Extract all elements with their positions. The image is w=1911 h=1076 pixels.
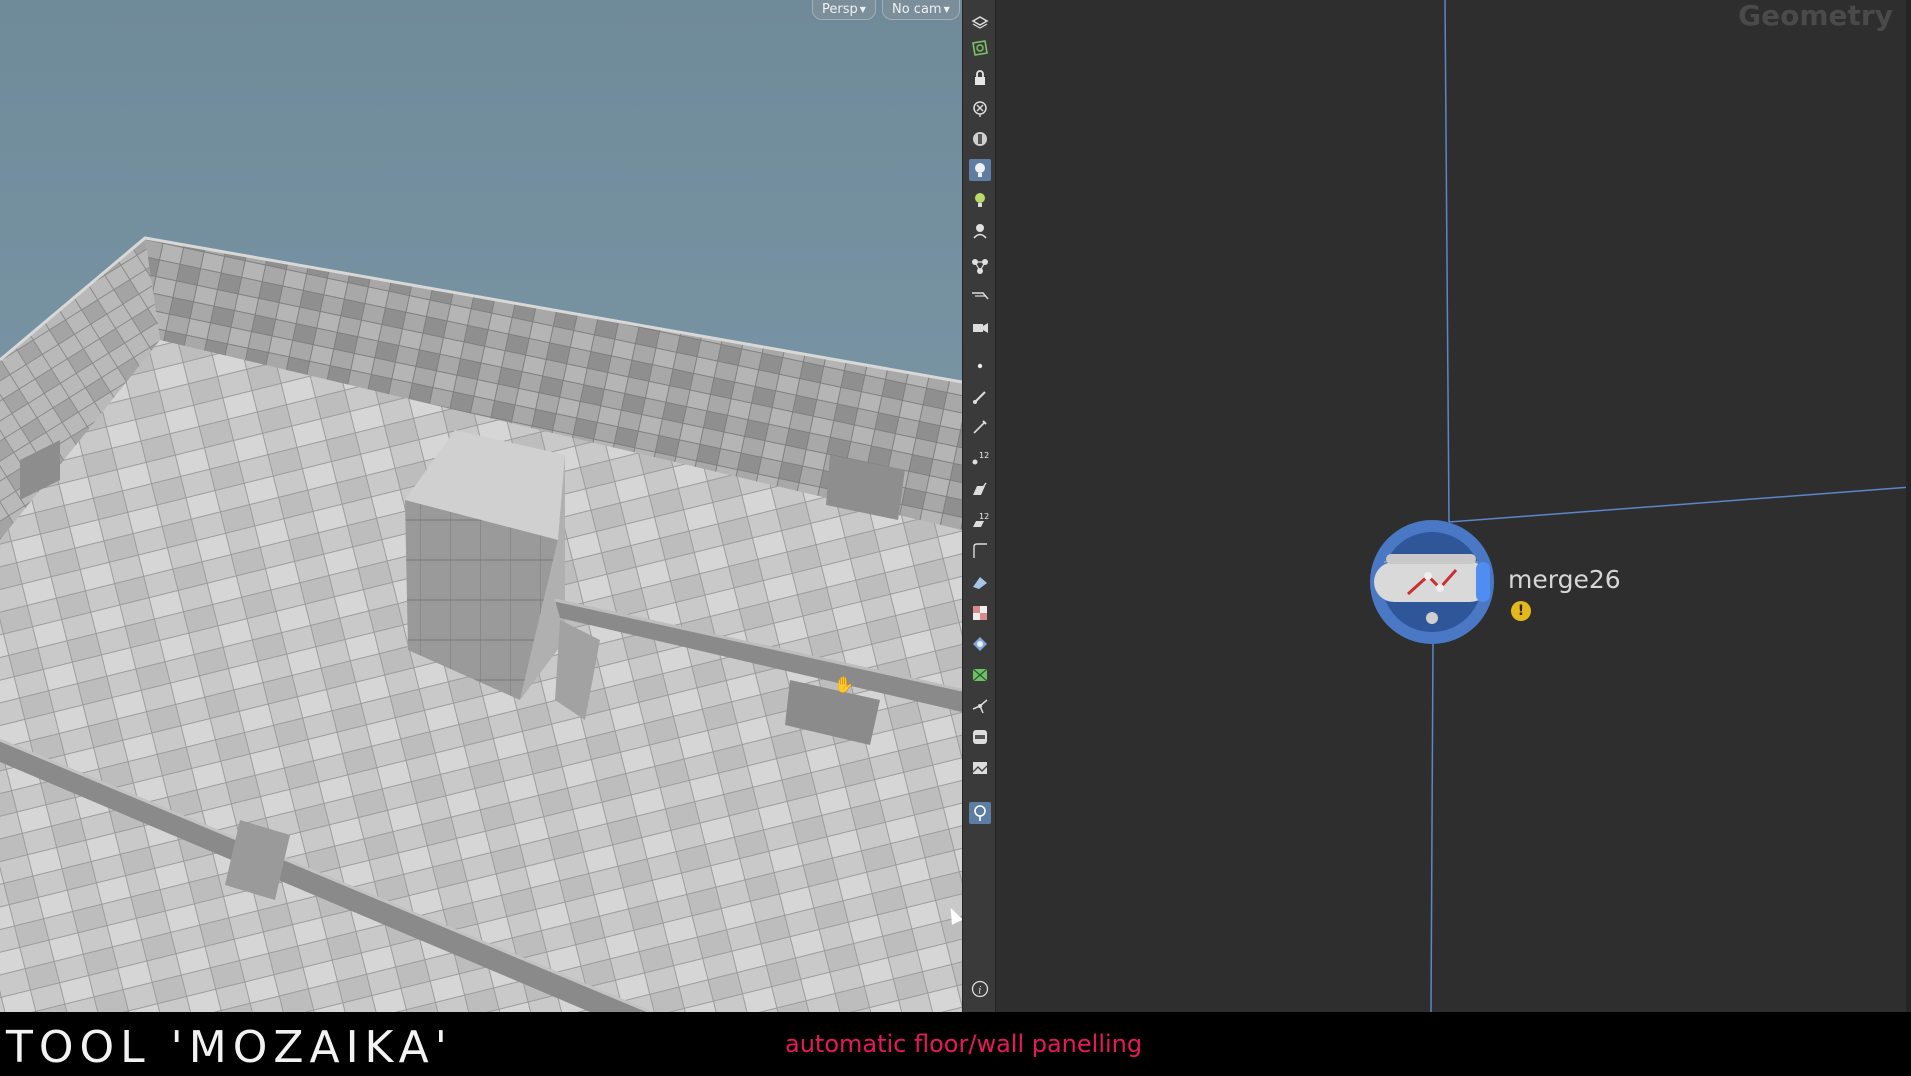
svg-text:12: 12 xyxy=(979,512,989,521)
pane-splitter[interactable] xyxy=(996,0,1003,1012)
environment-icon[interactable] xyxy=(969,757,991,779)
normals-icon[interactable] xyxy=(969,478,991,500)
caption-subtitle: automatic floor/wall panelling xyxy=(785,1030,1143,1058)
light-bulb-icon[interactable] xyxy=(969,159,991,181)
viewport-scene xyxy=(0,0,962,1012)
snap-icon[interactable] xyxy=(969,695,991,717)
display-options-icon[interactable] xyxy=(969,10,991,32)
select-geometry-icon[interactable] xyxy=(969,37,991,59)
chevron-down-icon: ▼ xyxy=(859,5,866,14)
network-scrollbar[interactable] xyxy=(1906,0,1911,1012)
chevron-down-icon: ▼ xyxy=(943,5,950,14)
lock-icon[interactable] xyxy=(969,67,991,89)
camera-display-icon[interactable] xyxy=(969,285,991,307)
node-wires xyxy=(1430,0,1911,1012)
camera-menu-label: No cam xyxy=(892,2,942,17)
pen-icon[interactable] xyxy=(969,416,991,438)
background-image-icon[interactable] xyxy=(969,726,991,748)
camera-menu-button[interactable]: No cam ▼ xyxy=(882,0,960,20)
connectivity-icon[interactable] xyxy=(969,255,991,277)
view-menu-label: Persp xyxy=(822,2,858,17)
spot-light-icon[interactable] xyxy=(969,220,991,242)
scene-viewport[interactable]: Persp ▼ No cam ▼ ✋ xyxy=(0,0,962,1012)
texture-checker-icon[interactable] xyxy=(969,602,991,624)
info-icon[interactable]: i xyxy=(969,978,991,1000)
svg-text:12: 12 xyxy=(979,451,989,460)
camera-options-icon[interactable] xyxy=(969,316,991,338)
background-icon[interactable] xyxy=(969,633,991,655)
caption-title: TOOL 'MOZAIKA' xyxy=(6,1022,453,1073)
ghost-icon[interactable] xyxy=(969,98,991,120)
uv-icon[interactable] xyxy=(969,571,991,593)
point-light-icon[interactable] xyxy=(969,189,991,211)
svg-text:i: i xyxy=(978,986,981,997)
viewport-display-toolbar: 12 12 i xyxy=(962,0,996,1012)
video-caption-bar: TOOL 'MOZAIKA' automatic floor/wall pane… xyxy=(0,1012,1911,1076)
warning-icon[interactable]: ! xyxy=(1511,601,1531,621)
shading-icon[interactable] xyxy=(969,128,991,150)
curve-icon[interactable] xyxy=(969,540,991,562)
point-numbers-icon[interactable]: 12 xyxy=(969,447,991,469)
node-name-label[interactable]: merge26 xyxy=(1508,565,1621,594)
map-icon[interactable] xyxy=(969,664,991,686)
merge-node-icon xyxy=(1370,520,1494,644)
hand-cursor-icon: ✋ xyxy=(834,675,854,694)
brush-icon[interactable] xyxy=(969,386,991,408)
view-menu-button[interactable]: Persp ▼ xyxy=(812,0,876,20)
merge-node[interactable] xyxy=(1368,518,1496,646)
context-label: Geometry xyxy=(1738,0,1893,32)
point-dot-icon[interactable] xyxy=(969,355,991,377)
prim-numbers-icon[interactable]: 12 xyxy=(969,509,991,531)
network-editor[interactable]: Geometry merge26 ! xyxy=(1003,0,1911,1012)
pin-icon[interactable] xyxy=(969,802,991,824)
